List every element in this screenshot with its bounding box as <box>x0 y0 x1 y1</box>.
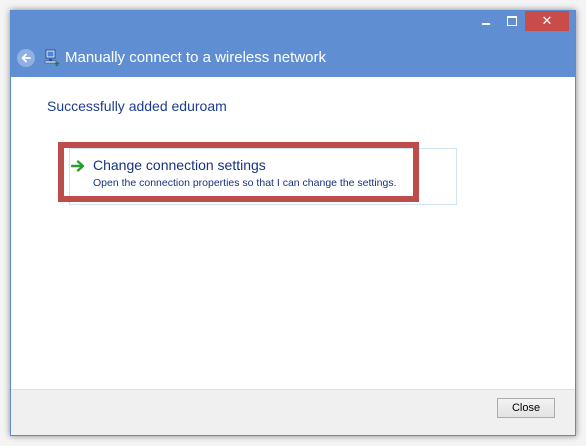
window-close-button[interactable]: ✕ <box>525 11 569 31</box>
close-icon: ✕ <box>541 13 553 29</box>
page-heading: Successfully added eduroam <box>47 98 227 114</box>
window-title: Manually connect to a wireless network <box>65 49 326 66</box>
back-button[interactable] <box>17 49 35 67</box>
wizard-window: ✕ Manually connect to a wireless network… <box>10 10 576 436</box>
close-button[interactable]: Close <box>497 398 555 418</box>
title-bar[interactable]: ✕ Manually connect to a wireless network <box>11 11 575 77</box>
wireless-network-icon <box>44 49 60 67</box>
back-arrow-icon <box>21 53 31 63</box>
change-connection-settings-description: Open the connection properties so that I… <box>93 177 397 189</box>
minimize-button[interactable] <box>473 11 499 31</box>
change-connection-settings-link[interactable]: Change connection settings <box>93 157 266 174</box>
maximize-icon <box>507 16 517 26</box>
green-arrow-icon <box>71 160 85 172</box>
caption-buttons: ✕ <box>473 11 569 33</box>
maximize-button[interactable] <box>499 11 525 31</box>
minimize-icon <box>482 23 490 25</box>
footer-bar: Close <box>11 389 575 435</box>
screenshot-stage: ✕ Manually connect to a wireless network… <box>0 0 586 446</box>
